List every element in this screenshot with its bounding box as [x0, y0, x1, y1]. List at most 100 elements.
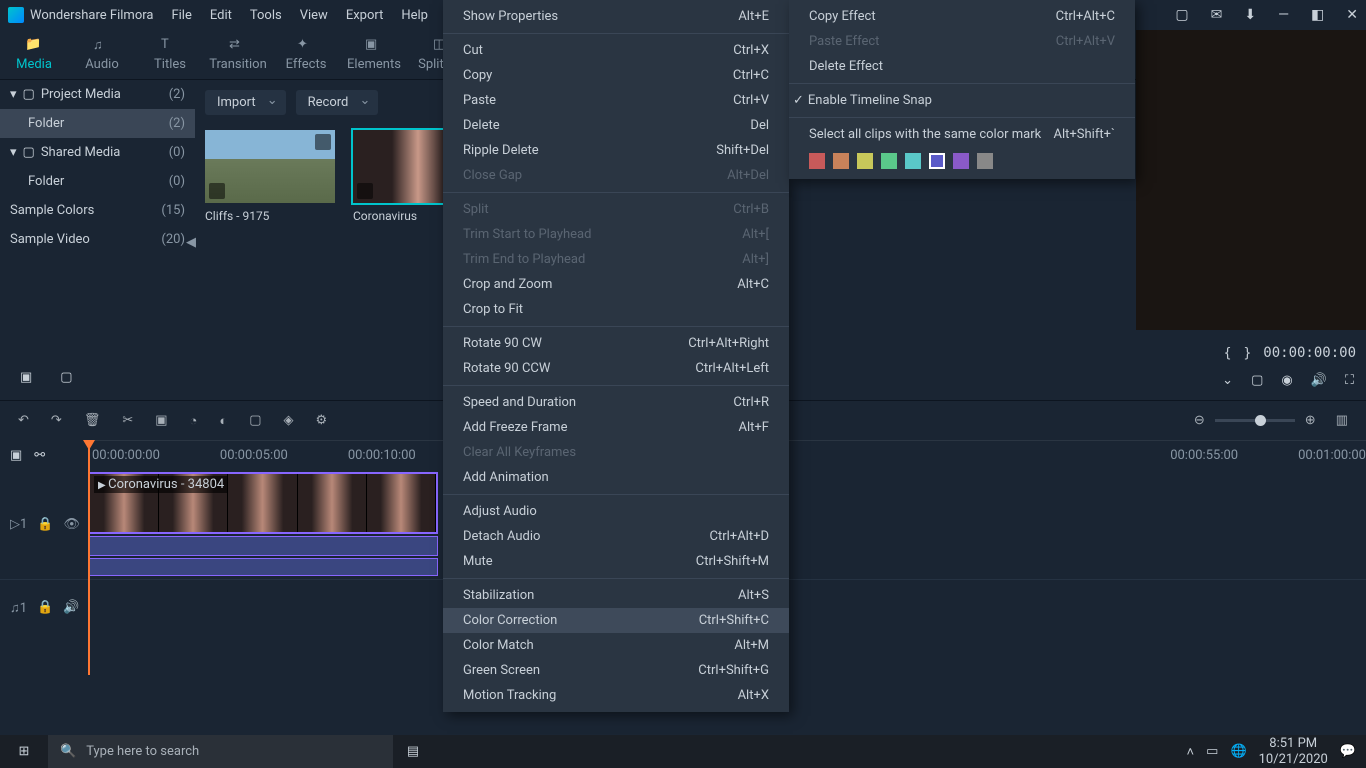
speaker-icon[interactable]: 🔊	[63, 600, 79, 615]
swatch-teal[interactable]	[905, 153, 921, 169]
redo-icon[interactable]: ↷	[51, 413, 62, 428]
zoom-slider[interactable]	[1215, 419, 1295, 422]
tab-titles[interactable]: TTitles	[136, 37, 204, 72]
tray-chevron-icon[interactable]: ˄	[1187, 744, 1195, 760]
speed-icon[interactable]: ◔	[190, 413, 198, 429]
sidebar-folder2[interactable]: Folder (0)	[0, 167, 195, 196]
start-button[interactable]: ⊞	[0, 735, 48, 768]
menu-export[interactable]: Export	[346, 8, 384, 23]
menu-paste[interactable]: PasteCtrl+V	[443, 88, 789, 113]
menu-detach-audio[interactable]: Detach AudioCtrl+Alt+D	[443, 524, 789, 549]
swatch-red[interactable]	[809, 153, 825, 169]
menu-view[interactable]: View	[300, 8, 328, 23]
keyframe-icon[interactable]: ◈	[284, 413, 294, 428]
tab-media[interactable]: 📁Media	[0, 37, 68, 72]
sidebar-collapse-icon[interactable]: ◀	[186, 235, 196, 250]
menu-color-correction[interactable]: Color CorrectionCtrl+Shift+C	[443, 608, 789, 633]
timeline-nest-icon[interactable]: ▣	[10, 448, 22, 463]
mark-out-icon[interactable]: }	[1243, 346, 1251, 361]
sidebar-folder1[interactable]: Folder (2)	[0, 109, 195, 138]
taskbar-clock[interactable]: 8:51 PM 10/21/2020	[1259, 736, 1328, 767]
add-folder-icon[interactable]: ▣	[20, 370, 32, 385]
menu-add-animation[interactable]: Add Animation	[443, 465, 789, 490]
bookmark-icon[interactable]: ▢	[1175, 7, 1188, 23]
volume-icon[interactable]: 🔊	[1311, 373, 1327, 388]
menu-stabilization[interactable]: StabilizationAlt+S	[443, 583, 789, 608]
menu-edit[interactable]: Edit	[210, 8, 232, 23]
zoom-fit-icon[interactable]: ▥	[1336, 413, 1348, 428]
delete-icon[interactable]: 🗑	[84, 413, 101, 428]
close-icon[interactable]: ✕	[1346, 7, 1358, 23]
tab-audio[interactable]: ♫Audio	[68, 37, 136, 72]
import-dropdown[interactable]: Import	[205, 90, 286, 115]
swatch-orange[interactable]	[833, 153, 849, 169]
maximize-icon[interactable]: ◧	[1311, 7, 1324, 23]
menu-green-screen[interactable]: Green ScreenCtrl+Shift+G	[443, 658, 789, 683]
menu-delete[interactable]: DeleteDel	[443, 113, 789, 138]
menu-mute[interactable]: MuteCtrl+Shift+M	[443, 549, 789, 574]
color-icon[interactable]: ◐	[219, 413, 227, 429]
minimize-icon[interactable]: —	[1278, 7, 1289, 23]
task-view-icon[interactable]: ▤	[393, 735, 433, 768]
menu-copy[interactable]: CopyCtrl+C	[443, 63, 789, 88]
mark-in-icon[interactable]: {	[1224, 346, 1232, 361]
undo-icon[interactable]: ↶	[18, 413, 29, 428]
tab-transition[interactable]: ⇄Transition	[204, 37, 272, 72]
swatch-gray[interactable]	[977, 153, 993, 169]
menu-crop-zoom[interactable]: Crop and ZoomAlt+C	[443, 272, 789, 297]
timeline-clip-audio[interactable]	[88, 536, 438, 556]
sidebar-project-media[interactable]: ▾ ▢ Project Media (2)	[0, 80, 195, 109]
timeline-link-icon[interactable]: ⚯	[34, 448, 45, 463]
menu-ripple-delete[interactable]: Ripple DeleteShift+Del	[443, 138, 789, 163]
menu-motion-tracking[interactable]: Motion TrackingAlt+X	[443, 683, 789, 708]
timeline-clip[interactable]: ▶ Coronavirus - 34804	[88, 472, 438, 534]
eye-icon[interactable]: 👁	[64, 517, 81, 532]
record-dropdown[interactable]: Record	[296, 90, 379, 115]
menu-file[interactable]: File	[171, 8, 191, 23]
taskbar-search[interactable]: 🔍 Type here to search	[48, 735, 393, 768]
crop-icon[interactable]: ▣	[155, 413, 167, 428]
network-icon[interactable]: 🌐	[1230, 744, 1246, 759]
playhead[interactable]	[88, 440, 90, 675]
snapshot-icon[interactable]: ◉	[1281, 373, 1292, 388]
media-thumb-cliffs[interactable]: Cliffs - 9175	[205, 130, 335, 223]
download-icon[interactable]: ⬇	[1244, 7, 1256, 23]
menu-speed-duration[interactable]: Speed and DurationCtrl+R	[443, 390, 789, 415]
green-screen-icon[interactable]: ▢	[249, 413, 261, 428]
fullscreen-icon[interactable]: ⛶	[1345, 373, 1354, 388]
lock-icon[interactable]: 🔒	[37, 600, 53, 615]
menu-freeze-frame[interactable]: Add Freeze FrameAlt+F	[443, 415, 789, 440]
menu-adjust-audio[interactable]: Adjust Audio	[443, 499, 789, 524]
sidebar-sample-colors[interactable]: Sample Colors (15)	[0, 196, 195, 225]
swatch-green[interactable]	[881, 153, 897, 169]
sidebar-shared-media[interactable]: ▾ ▢ Shared Media (0)	[0, 138, 195, 167]
zoom-in-icon[interactable]: ⊕	[1305, 413, 1316, 428]
timeline-clip-audio2[interactable]	[88, 558, 438, 576]
folder-icon[interactable]: ▢	[60, 370, 72, 385]
swatch-yellow[interactable]	[857, 153, 873, 169]
quality-dropdown-icon[interactable]: ⌄	[1222, 373, 1233, 388]
menu-tools[interactable]: Tools	[250, 8, 282, 23]
menu-crop-fit[interactable]: Crop to Fit	[443, 297, 789, 322]
sidebar-sample-video[interactable]: Sample Video (20)	[0, 225, 195, 254]
menu-copy-effect[interactable]: Copy EffectCtrl+Alt+C	[789, 4, 1135, 29]
settings-icon[interactable]: ⚙	[316, 413, 328, 428]
menu-delete-effect[interactable]: Delete Effect	[789, 54, 1135, 79]
mail-icon[interactable]: ✉	[1211, 7, 1223, 23]
zoom-out-icon[interactable]: ⊖	[1194, 413, 1205, 428]
menu-rotate-cw[interactable]: Rotate 90 CWCtrl+Alt+Right	[443, 331, 789, 356]
menu-color-match[interactable]: Color MatchAlt+M	[443, 633, 789, 658]
battery-icon[interactable]: ▭	[1206, 744, 1218, 759]
monitor-icon[interactable]: ▢	[1251, 373, 1263, 388]
tab-elements[interactable]: ▣Elements	[340, 37, 408, 72]
menu-rotate-ccw[interactable]: Rotate 90 CCWCtrl+Alt+Left	[443, 356, 789, 381]
menu-show-properties[interactable]: Show PropertiesAlt+E	[443, 4, 789, 29]
swatch-blue[interactable]	[929, 153, 945, 169]
menu-help[interactable]: Help	[401, 8, 428, 23]
menu-cut[interactable]: CutCtrl+X	[443, 38, 789, 63]
menu-timeline-snap[interactable]: ✓Enable Timeline Snap	[789, 88, 1135, 113]
split-icon[interactable]: ✂	[122, 413, 133, 428]
lock-icon[interactable]: 🔒	[37, 517, 53, 532]
notification-icon[interactable]: 💬	[1340, 744, 1356, 759]
tab-effects[interactable]: ✦Effects	[272, 37, 340, 72]
